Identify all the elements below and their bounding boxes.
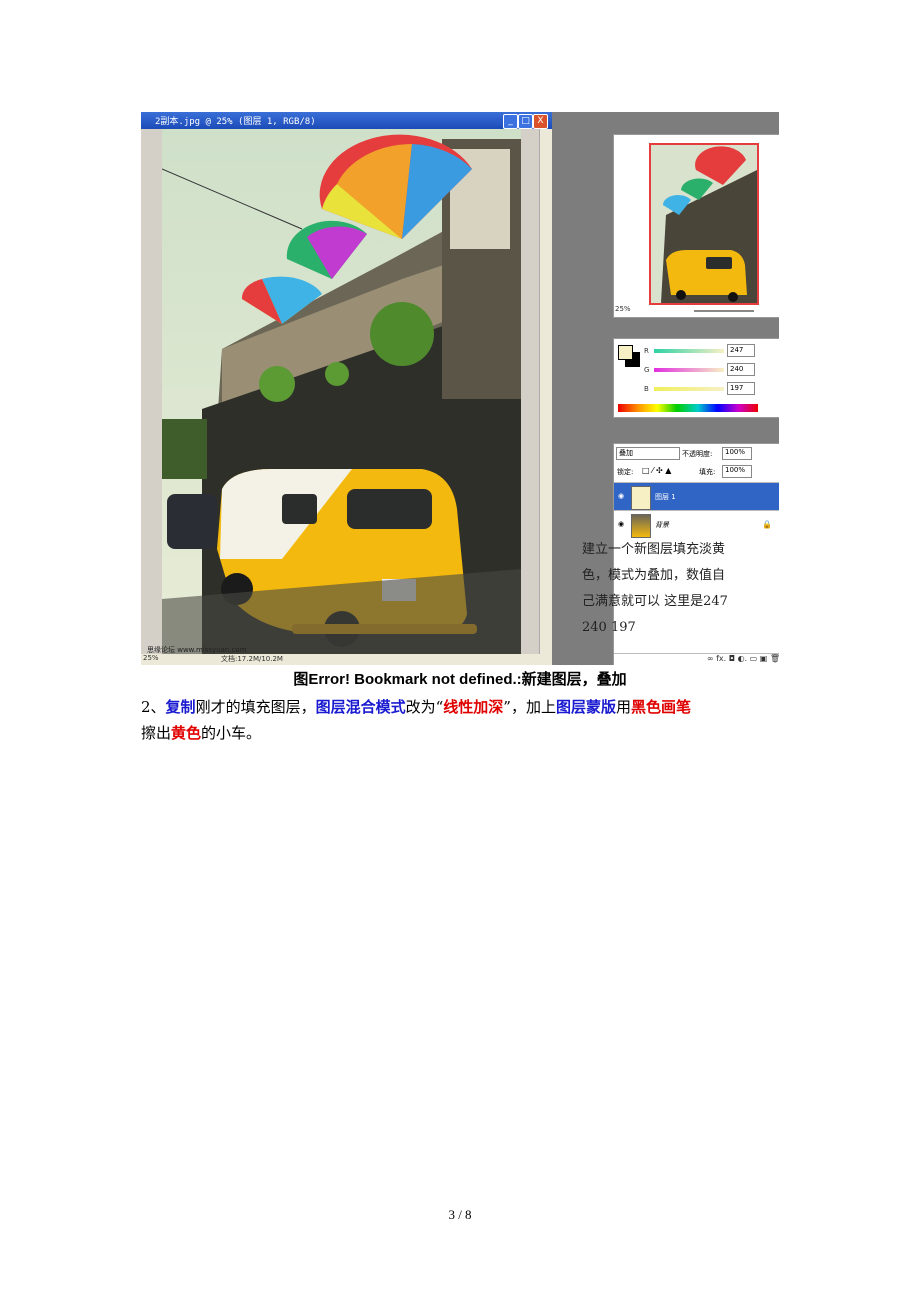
fill-input[interactable]: 100%: [722, 465, 752, 478]
status-bar: 25% 文档:17.2M/10.2M: [141, 654, 552, 665]
photoshop-screenshot-figure: 2副本.jpg @ 25% (图层 1, RGB/8) _ □ X 25% 文档…: [141, 112, 779, 665]
status-document-size: 文档:17.2M/10.2M: [221, 655, 283, 663]
opacity-input[interactable]: 100%: [722, 447, 752, 460]
watermark-text: 思缘论坛 www.missyuan.com: [147, 646, 247, 654]
layer-thumbnail: [631, 514, 651, 538]
navigator-thumbnail[interactable]: [649, 143, 759, 305]
keyword-linear-burn: 线性加深: [443, 698, 504, 716]
text: ”，加上: [503, 698, 556, 716]
blue-value[interactable]: 197: [727, 382, 755, 395]
note-line: 色，模式为叠加，数值自: [582, 568, 726, 583]
maximize-button[interactable]: □: [518, 114, 533, 129]
layer-row-background[interactable]: ◉ 背景 🔒: [614, 510, 779, 539]
green-slider[interactable]: [654, 368, 724, 372]
close-button[interactable]: X: [533, 114, 548, 129]
page-number: 3 / 8: [448, 1207, 472, 1222]
vertical-scrollbar[interactable]: [539, 129, 553, 654]
layer-name: 背景: [655, 521, 669, 529]
right-panels: 25% R 247 G 240 B 197 叠加 不透明度: 100% 锁定:: [552, 112, 779, 665]
note-line: 建立一个新图层填充淡黄: [582, 542, 726, 557]
navigator-zoom-value[interactable]: 25%: [615, 305, 631, 313]
foreground-color-swatch[interactable]: [618, 345, 633, 360]
navigator-zoom-slider[interactable]: [694, 310, 754, 312]
text: 2、: [141, 698, 166, 716]
text: 用: [615, 698, 631, 716]
keyword-blend-mode: 图层混合模式: [315, 698, 406, 716]
layers-bottom-toolbar[interactable]: ∞ fx. ◘ ◐. ▭ ▣ 🗑: [614, 653, 779, 665]
green-channel-label: G: [644, 366, 650, 374]
keyword-black-brush: 黑色画笔: [630, 698, 691, 716]
fill-label: 填充:: [699, 468, 716, 476]
window-titlebar: 2副本.jpg @ 25% (图层 1, RGB/8) _ □ X: [141, 112, 552, 129]
layer-row-layer1[interactable]: ◉ 图层 1: [614, 482, 779, 511]
red-value[interactable]: 247: [727, 344, 755, 357]
layer-thumbnail: [631, 486, 651, 510]
note-line: 己满意就可以 这里是247: [582, 594, 728, 609]
annotation-note: 建立一个新图层填充淡黄 色，模式为叠加，数值自 己满意就可以 这里是247 24…: [582, 537, 752, 641]
step-paragraph: 2、复制刚才的填充图层，图层混合模式改为“线性加深”，加上图层蒙版用黑色画笔擦出…: [141, 694, 781, 746]
visibility-eye-icon[interactable]: ◉: [618, 520, 626, 528]
green-value[interactable]: 240: [727, 363, 755, 376]
street-photo: [162, 129, 521, 654]
lock-icons[interactable]: □ ⁄ ✣ ▲: [642, 466, 671, 475]
photo-illustration: [162, 129, 521, 654]
keyword-layer-mask: 图层蒙版: [555, 698, 616, 716]
opacity-label: 不透明度:: [682, 450, 713, 458]
blue-channel-label: B: [644, 385, 649, 393]
navigator-panel: 25%: [613, 134, 779, 318]
blend-mode-select[interactable]: 叠加: [616, 447, 680, 460]
lock-icon: 🔒: [762, 520, 772, 529]
note-line: 240 197: [582, 620, 636, 635]
figure-caption: 图Error! Bookmark not defined.:新建图层，叠加: [293, 671, 627, 688]
color-spectrum-bar[interactable]: [618, 404, 758, 412]
lock-label: 锁定:: [617, 468, 634, 476]
navigator-thumbnail-image: [651, 145, 757, 303]
text: 刚才的填充图层，: [195, 698, 316, 716]
status-zoom: 25%: [143, 654, 159, 662]
red-slider[interactable]: [654, 349, 724, 353]
blue-slider[interactable]: [654, 387, 724, 391]
keyword-yellow: 黄色: [171, 724, 202, 742]
red-channel-label: R: [644, 347, 649, 355]
document-window: 2副本.jpg @ 25% (图层 1, RGB/8) _ □ X 25% 文档…: [141, 112, 553, 665]
color-panel: R 247 G 240 B 197: [613, 338, 779, 418]
text: 改为“: [405, 698, 444, 716]
text: 的小车。: [201, 724, 262, 742]
keyword-duplicate: 复制: [165, 698, 196, 716]
minimize-button[interactable]: _: [503, 114, 518, 129]
visibility-eye-icon[interactable]: ◉: [618, 492, 626, 500]
text: 擦出: [141, 724, 172, 742]
layer-name: 图层 1: [655, 493, 676, 501]
window-title: 2副本.jpg @ 25% (图层 1, RGB/8): [155, 117, 316, 127]
